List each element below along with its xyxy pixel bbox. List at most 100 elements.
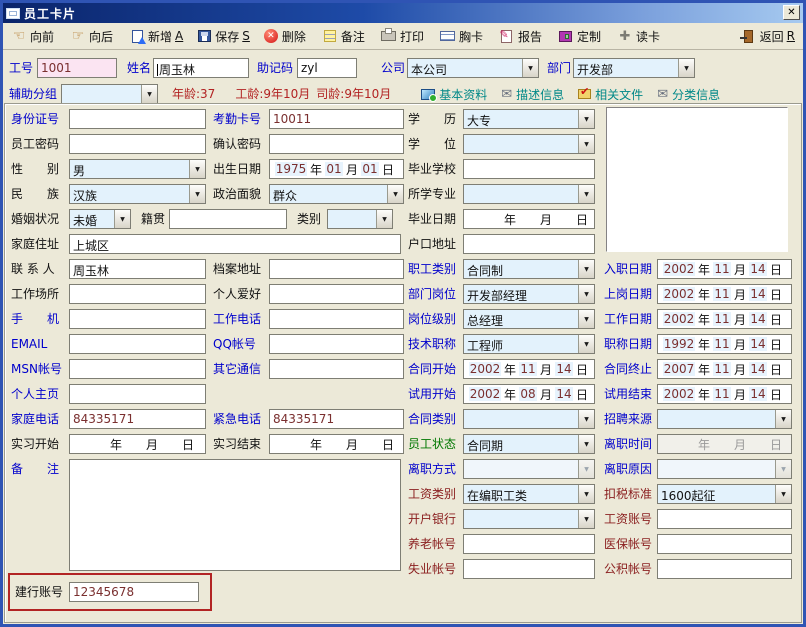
hobbies-input[interactable] bbox=[269, 284, 404, 304]
opening-bank-select[interactable]: ▼ bbox=[463, 509, 595, 529]
new-button[interactable]: 新增A bbox=[129, 28, 183, 45]
print-button[interactable]: 打印 bbox=[381, 28, 427, 45]
start-post-date-field[interactable]: 2002年11月14日 bbox=[657, 284, 792, 304]
work-phone-input[interactable] bbox=[269, 309, 404, 329]
contract-start-date[interactable]: 2002年11月14日 bbox=[463, 359, 595, 379]
close-button[interactable]: ✕ bbox=[783, 5, 800, 20]
medical-account-input[interactable] bbox=[657, 534, 792, 554]
major-select[interactable]: ▼ bbox=[463, 184, 595, 204]
gender-select[interactable]: 男▼ bbox=[69, 159, 206, 179]
company-label: 公司 bbox=[381, 58, 407, 78]
unemployment-account-input[interactable] bbox=[463, 559, 595, 579]
work-date-field[interactable]: 2002年11月14日 bbox=[657, 309, 792, 329]
leave-reason-select[interactable]: ▼ bbox=[657, 459, 792, 479]
name-field[interactable]: 周玉林 bbox=[153, 58, 249, 78]
tenure-years-stat: 司龄:9年10月 bbox=[316, 84, 391, 104]
dropdown-arrow-icon[interactable]: ▼ bbox=[522, 59, 538, 77]
archive-address-input[interactable] bbox=[269, 259, 404, 279]
badge-button[interactable]: 胸卡 bbox=[440, 28, 486, 45]
tab-describe-info[interactable]: ✉ 描述信息 bbox=[501, 86, 564, 103]
native-place-input[interactable] bbox=[169, 209, 287, 229]
graduate-school-input[interactable] bbox=[463, 159, 595, 179]
home-phone-input[interactable]: 84335171 bbox=[69, 409, 206, 429]
customize-button[interactable]: 定制 bbox=[558, 28, 604, 45]
marital-status-select[interactable]: 未婚▼ bbox=[69, 209, 131, 229]
tab-basic-info[interactable]: 基本资料 bbox=[421, 86, 487, 103]
contact-person-input[interactable]: 周玉林 bbox=[69, 259, 206, 279]
ccb-account-input[interactable]: 12345678 bbox=[69, 582, 199, 602]
delete-button[interactable]: ✕ 删除 bbox=[263, 28, 309, 45]
return-button[interactable]: 返回R bbox=[741, 28, 795, 45]
employee-no-field[interactable]: 1001 bbox=[37, 58, 117, 78]
aux-group-select[interactable]: ▼ bbox=[61, 84, 158, 104]
graduation-date-field[interactable]: 年月日 bbox=[463, 209, 595, 229]
next-button[interactable]: ☞ 向后 bbox=[70, 28, 116, 45]
text-caret bbox=[157, 64, 158, 76]
probation-end-date[interactable]: 2002年11月14日 bbox=[657, 384, 792, 404]
salary-account-input[interactable] bbox=[657, 509, 792, 529]
readcard-button[interactable]: ✚ 读卡 bbox=[617, 28, 663, 45]
salary-category-select[interactable]: 在编职工类▼ bbox=[463, 484, 595, 504]
leave-date-field[interactable]: 年月日 bbox=[657, 434, 792, 454]
recruit-source-select[interactable]: ▼ bbox=[657, 409, 792, 429]
political-status-select[interactable]: 群众▼ bbox=[269, 184, 404, 204]
probation-start-date[interactable]: 2002年08月14日 bbox=[463, 384, 595, 404]
dropdown-arrow-icon[interactable]: ▼ bbox=[141, 85, 157, 103]
report-button[interactable]: 报告 bbox=[499, 28, 545, 45]
hire-date-field[interactable]: 2002年11月14日 bbox=[657, 259, 792, 279]
employee-status-select[interactable]: 合同期▼ bbox=[463, 434, 595, 454]
dept-position-select[interactable]: 开发部经理▼ bbox=[463, 284, 595, 304]
post-level-select[interactable]: 总经理▼ bbox=[463, 309, 595, 329]
employee-password-input[interactable] bbox=[69, 134, 206, 154]
internship-end-date[interactable]: 年月日 bbox=[269, 434, 404, 454]
department-select[interactable]: 开发部▼ bbox=[573, 58, 695, 78]
emergency-phone-input[interactable]: 84335171 bbox=[269, 409, 404, 429]
dropdown-arrow-icon: ▼ bbox=[578, 285, 594, 303]
internship-start-date[interactable]: 年月日 bbox=[69, 434, 206, 454]
tab-classify-info[interactable]: ✉ 分类信息 bbox=[657, 86, 720, 103]
prev-button[interactable]: ☜ 向前 bbox=[11, 28, 57, 45]
contract-end-date[interactable]: 2007年11月14日 bbox=[657, 359, 792, 379]
birth-date-field[interactable]: 1975年01月01日 bbox=[269, 159, 404, 179]
tax-standard-select[interactable]: 1600起征▼ bbox=[657, 484, 792, 504]
msn-account-input[interactable] bbox=[69, 359, 206, 379]
ethnicity-select[interactable]: 汉族▼ bbox=[69, 184, 206, 204]
contract-start-date-year: 2002 bbox=[469, 362, 501, 376]
staff-category-select[interactable]: 合同制▼ bbox=[463, 259, 595, 279]
mobile-input[interactable] bbox=[69, 309, 206, 329]
other-contact-input[interactable] bbox=[269, 359, 404, 379]
housing-fund-account-input[interactable] bbox=[657, 559, 792, 579]
leave-method-select[interactable]: ▼ bbox=[463, 459, 595, 479]
leave-reason-select-value bbox=[658, 460, 775, 478]
attendance-card-input[interactable]: 10011 bbox=[269, 109, 404, 129]
readcard-button-label: 读卡 bbox=[636, 28, 660, 45]
remarks-label: 备 注 bbox=[11, 459, 69, 479]
degree-select[interactable]: ▼ bbox=[463, 134, 595, 154]
contract-type-select[interactable]: ▼ bbox=[463, 409, 595, 429]
tech-title-select-value: 工程师 bbox=[464, 335, 578, 353]
homepage-input[interactable] bbox=[69, 384, 206, 404]
id-card-input[interactable] bbox=[69, 109, 206, 129]
category-select[interactable]: ▼ bbox=[327, 209, 393, 229]
education-select[interactable]: 大专▼ bbox=[463, 109, 595, 129]
tech-title-select[interactable]: 工程师▼ bbox=[463, 334, 595, 354]
title-date-field-day-unit: 日 bbox=[767, 336, 785, 353]
tab-related-files[interactable]: 相关文件 bbox=[578, 86, 643, 103]
workplace-input[interactable] bbox=[69, 284, 206, 304]
dropdown-arrow-icon[interactable]: ▼ bbox=[678, 59, 694, 77]
confirm-password-input[interactable] bbox=[269, 134, 404, 154]
note-button[interactable]: 备注 bbox=[322, 28, 368, 45]
probation-start-label: 试用开始 bbox=[408, 384, 463, 404]
dropdown-arrow-icon: ▼ bbox=[578, 410, 594, 428]
remarks-textarea[interactable] bbox=[69, 459, 401, 571]
title-date-field[interactable]: 1992年11月14日 bbox=[657, 334, 792, 354]
pension-account-input[interactable] bbox=[463, 534, 595, 554]
tab-related-files-label: 相关文件 bbox=[595, 86, 643, 103]
registered-address-input[interactable] bbox=[463, 234, 595, 254]
mnemonic-field[interactable]: zyl bbox=[297, 58, 357, 78]
save-button[interactable]: 保存S bbox=[196, 28, 250, 45]
company-select[interactable]: 本公司▼ bbox=[407, 58, 539, 78]
email-input[interactable] bbox=[69, 334, 206, 354]
home-address-input[interactable]: 上城区 bbox=[69, 234, 401, 254]
qq-account-input[interactable] bbox=[269, 334, 404, 354]
